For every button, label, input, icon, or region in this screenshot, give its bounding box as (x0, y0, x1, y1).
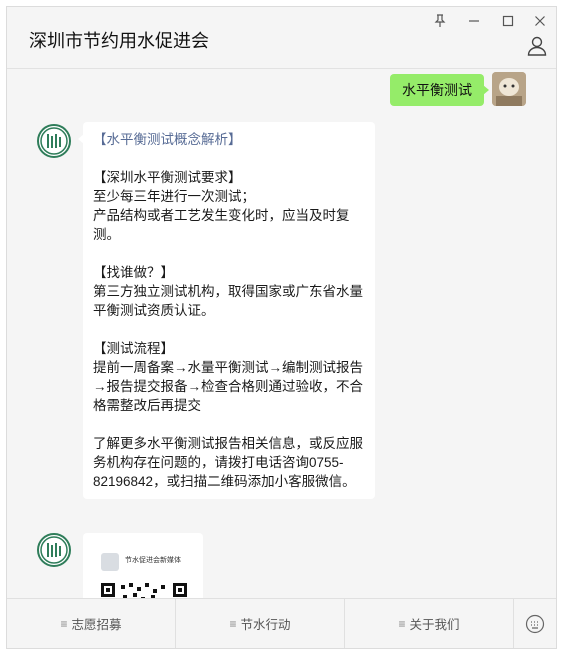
bottom-menu-bar: ≡ 志愿招募 ≡ 节水行动 ≡ 关于我们 (7, 598, 556, 648)
section2-title: 【找谁做？】 (93, 265, 174, 280)
self-avatar[interactable] (492, 72, 526, 106)
minimize-icon[interactable] (462, 11, 486, 31)
keyboard-icon[interactable] (514, 599, 556, 648)
org-avatar[interactable] (37, 124, 71, 158)
org-avatar[interactable] (37, 533, 71, 567)
chat-title: 深圳市节约用水促进会 (29, 31, 209, 51)
title-bar: 深圳市节约用水促进会 (7, 7, 556, 69)
footer-text: 了解更多水平衡测试报告相关信息，或反应服务机构存在问题的，请拨打电话咨询0755… (93, 436, 363, 489)
close-icon[interactable] (528, 11, 552, 31)
section1-title: 【深圳水平衡测试要求】 (93, 170, 242, 185)
pin-icon[interactable] (428, 11, 452, 31)
card-logo-icon (101, 553, 119, 571)
menu-item-label: 关于我们 (409, 618, 460, 632)
section1-line2: 产品结构或者工艺发生变化时，应当及时复测。 (93, 208, 350, 242)
menu-item-about[interactable]: ≡ 关于我们 (345, 599, 514, 648)
profile-icon[interactable] (526, 35, 550, 59)
org-message-bubble[interactable]: 【水平衡测试概念解析】 【深圳水平衡测试要求】 至少每三年进行一次测试； 产品结… (78, 122, 375, 499)
menu-item-label: 节水行动 (240, 618, 291, 632)
self-message-bubble[interactable]: 水平衡测试 (390, 74, 489, 106)
menu-item-volunteer[interactable]: ≡ 志愿招募 (7, 599, 176, 648)
maximize-icon[interactable] (496, 11, 520, 31)
self-message-text: 水平衡测试 (402, 82, 472, 98)
menu-item-label: 志愿招募 (71, 618, 122, 632)
chat-window: 深圳市节约用水促进会 水平衡测试 【水平衡测试概念解析】 【深圳水平衡测试要求】… (6, 6, 557, 649)
section1-line1: 至少每三年进行一次测试； (93, 189, 255, 204)
menu-list-icon: ≡ (60, 616, 68, 631)
qr-card[interactable]: 节水促进会新媒体 (83, 533, 203, 600)
section3-text: 提前一周备案→水量平衡测试→编制测试报告→报告提交报备→检查合格则通过验收，不合… (93, 360, 363, 413)
reply-heading[interactable]: 【水平衡测试概念解析】 (93, 130, 365, 149)
card-title: 节水促进会新媒体 (125, 557, 181, 564)
section2-text: 第三方独立测试机构，取得国家或广东省水量平衡测试资质认证。 (93, 284, 363, 318)
section3-title: 【测试流程】 (93, 341, 174, 356)
menu-item-water-action[interactable]: ≡ 节水行动 (176, 599, 345, 648)
menu-list-icon: ≡ (229, 616, 237, 631)
menu-list-icon: ≡ (398, 616, 406, 631)
message-list[interactable]: 水平衡测试 【水平衡测试概念解析】 【深圳水平衡测试要求】 至少每三年进行一次测… (7, 70, 556, 600)
